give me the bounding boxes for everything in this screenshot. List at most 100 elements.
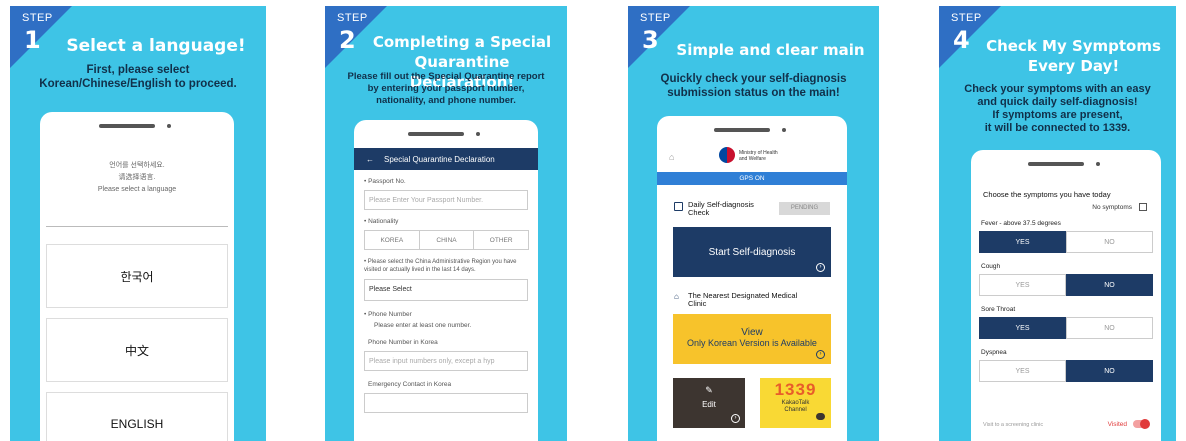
nationality-china[interactable]: CHINA (418, 230, 475, 250)
home-icon[interactable]: ⌂ (669, 152, 674, 162)
phone-speaker (408, 132, 464, 136)
clinic-icon: ⌂ (674, 292, 679, 301)
language-korean-button[interactable]: 한국어 (46, 244, 228, 308)
chat-bubble-icon (816, 413, 825, 420)
phone-sublabel: Please enter at least one number. (374, 322, 472, 329)
note-chinese: 请选择语言. (118, 174, 156, 181)
visit-clinic-label: Visit to a screening clinic (983, 422, 1044, 428)
panel-description: Quickly check your self-diagnosis submis… (628, 72, 879, 100)
declaration-screen: ← Special Quarantine Declaration • Passpo… (354, 148, 538, 441)
visited-toggle[interactable] (1133, 419, 1150, 429)
phone-mockup: Choose the symptoms you have today No sy… (971, 150, 1161, 441)
passport-input[interactable]: Please Enter Your Passport Number. (364, 190, 528, 210)
region-select[interactable]: Please Select (364, 279, 528, 301)
kakao-label: KakaoTalk Channel (760, 400, 831, 414)
nationality-other[interactable]: OTHER (473, 230, 530, 250)
no-symptoms-label: No symptoms (1092, 203, 1132, 211)
pencil-icon: ✎ (705, 385, 713, 395)
description-line: nationality, and phone number. (376, 95, 516, 106)
clinic-label: The Nearest Designated Medical Clinic (688, 292, 797, 308)
daily-check-label: Daily Self-diagnosis Check (688, 201, 754, 217)
yes-button[interactable]: YES (979, 360, 1066, 382)
yes-button[interactable]: YES (979, 274, 1066, 296)
description-line: If symptoms are present, (992, 109, 1123, 121)
phone-speaker (1028, 162, 1084, 166)
title-line: Completing a Special (372, 33, 552, 51)
yes-button[interactable]: YES (979, 231, 1066, 253)
step-4-panel: STEP 4 Check My Symptoms Every Day! Chec… (939, 6, 1176, 441)
description-line: by entering your passport number, (367, 83, 525, 94)
panel-description: First, please select Korean/Chinese/Engl… (10, 63, 266, 91)
panel-title: Select a language! (66, 36, 246, 56)
phone-camera (167, 124, 171, 128)
symptom-list: Fever - above 37.5 degrees YES NO Cough Y… (971, 212, 1161, 382)
kakaotalk-channel-button[interactable]: 1339 KakaoTalk Channel (760, 378, 831, 428)
emergency-input[interactable] (364, 393, 528, 413)
view-clinic-button[interactable]: View Only Korean Version is Available › (673, 314, 831, 364)
choose-symptoms-label: Choose the symptoms you have today (983, 190, 1111, 199)
clinic-line: Clinic (688, 299, 707, 308)
step-number: 1 (24, 26, 41, 54)
toggle-knob (1140, 419, 1150, 429)
kakao-1339-logo: 1339 (774, 380, 817, 399)
nationality-label: • Nationality (364, 218, 399, 225)
kakao-line: KakaoTalk (781, 400, 810, 406)
phone-speaker (714, 128, 770, 132)
header-title: Special Quarantine Declaration (384, 154, 495, 164)
gps-bar: GPS ON (657, 172, 847, 185)
passport-label: • Passport No. (364, 178, 406, 185)
phone-korea-input[interactable]: Please input numbers only, except a hyp (364, 351, 528, 371)
no-button[interactable]: NO (1066, 274, 1153, 296)
panel-description: Check your symptoms with an easy and qui… (939, 83, 1176, 135)
panel-title: Check My Symptoms Every Day! (975, 36, 1172, 76)
description-line: First, please select (86, 64, 190, 76)
start-button-label: Start Self-diagnosis (708, 246, 796, 258)
no-button[interactable]: NO (1066, 360, 1153, 382)
back-arrow-icon[interactable]: ← (366, 155, 374, 164)
description-line: Korean/Chinese/English to proceed. (39, 78, 237, 90)
no-button[interactable]: NO (1066, 317, 1153, 339)
ministry-logo (719, 147, 735, 163)
no-button[interactable]: NO (1066, 231, 1153, 253)
arrow-circle-icon: › (816, 263, 825, 272)
nationality-korea[interactable]: KOREA (364, 230, 420, 250)
view-subtitle: Only Korean Version is Available (687, 338, 817, 348)
symptom-fever-toggle: YES NO (979, 231, 1153, 253)
description-line: Quickly check your self-diagnosis (660, 73, 847, 85)
arrow-circle-icon: › (816, 350, 825, 359)
symptom-cough-label: Cough (981, 263, 1001, 270)
declaration-header: ← Special Quarantine Declaration (354, 148, 538, 170)
panel-title: Simple and clear main (676, 41, 865, 59)
language-english-button[interactable]: ENGLISH (46, 392, 228, 441)
phone-mockup: ← Special Quarantine Declaration • Passpo… (354, 120, 538, 441)
region-label: • Please select the China Administrative… (364, 259, 517, 273)
daily-check-line: Check (688, 208, 710, 217)
panel-description: Please fill out the Special Quarantine r… (325, 71, 567, 107)
symptom-fever-label: Fever - above 37.5 degrees (981, 220, 1061, 227)
symptom-sore-throat-toggle: YES NO (979, 317, 1153, 339)
language-notes: 언어를 선택하세요. 请选择语言. Please select a langua… (40, 160, 234, 196)
description-line: Please fill out the Special Quarantine r… (347, 71, 545, 82)
phone-korea-label: Phone Number in Korea (368, 339, 438, 346)
step-label: STEP (951, 12, 982, 24)
nationality-selector: KOREA CHINA OTHER (364, 230, 530, 250)
step-1-panel: STEP 1 Select a language! First, please … (10, 6, 266, 441)
description-line: and quick daily self-diagnosis! (977, 96, 1138, 108)
emergency-label: Emergency Contact in Korea (368, 381, 452, 388)
symptom-sore-throat-label: Sore Throat (981, 306, 1016, 313)
no-symptoms-checkbox[interactable] (1139, 203, 1147, 211)
edit-button[interactable]: ✎ Edit › (673, 378, 745, 428)
start-self-diagnosis-button[interactable]: Start Self-diagnosis › (673, 227, 831, 277)
divider (46, 226, 228, 227)
note-english: Please select a language (97, 186, 177, 193)
phone-label: • Phone Number (364, 311, 412, 318)
calendar-icon (674, 202, 683, 211)
step-number: 2 (339, 26, 356, 54)
title-line: Every Day! (1027, 57, 1120, 75)
phone-camera (1096, 162, 1100, 166)
ministry-line: and Welfare (739, 156, 766, 162)
step-number: 4 (953, 26, 970, 54)
edit-label: Edit (702, 400, 716, 409)
language-chinese-button[interactable]: 中文 (46, 318, 228, 382)
yes-button[interactable]: YES (979, 317, 1066, 339)
